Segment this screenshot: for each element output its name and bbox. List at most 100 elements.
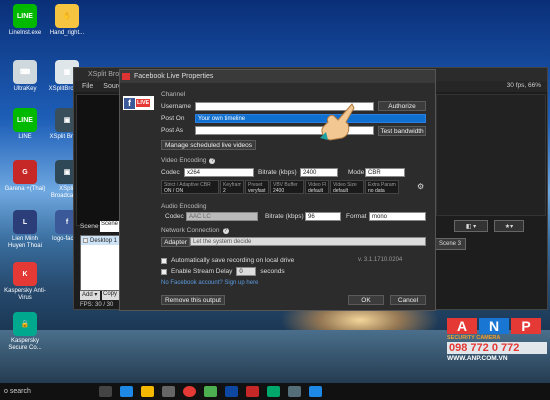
edge-icon[interactable] bbox=[309, 386, 322, 397]
encoding-setting-cell[interactable]: Video Size default bbox=[330, 180, 364, 194]
preview-left bbox=[76, 94, 121, 226]
manage-scheduled-button[interactable]: Manage scheduled live videos bbox=[161, 140, 256, 150]
opera-icon[interactable] bbox=[183, 386, 196, 397]
audio-bitrate-select[interactable]: 96 bbox=[305, 212, 341, 221]
scene-3-button[interactable]: Scene 3 bbox=[434, 238, 466, 250]
encoding-setting-cell[interactable]: Keyframes2 bbox=[220, 180, 244, 194]
encoding-setting-value: no data bbox=[368, 188, 385, 194]
stream-delay-field[interactable]: 0 bbox=[236, 267, 257, 276]
source-checkbox[interactable] bbox=[83, 238, 88, 243]
search-box[interactable]: o search bbox=[0, 388, 95, 395]
auto-save-checkbox[interactable] bbox=[161, 257, 167, 264]
codec-label: Codec bbox=[161, 169, 180, 176]
encoding-setting-cell[interactable]: Strict / Adaptive CBR ON / ON bbox=[161, 180, 219, 194]
post-on-select[interactable]: Your own timeline bbox=[195, 114, 426, 123]
post-on-label: Post On bbox=[161, 115, 185, 122]
fps-status: 30 fps, 66% bbox=[506, 82, 541, 89]
auto-save-label: Automatically save recording on local dr… bbox=[171, 257, 295, 264]
encoding-setting-cell[interactable]: Extra Param no data bbox=[365, 180, 399, 194]
settings-gear-icon[interactable]: ⚙ bbox=[417, 182, 426, 191]
desktop-icon-glyph: 🔒 bbox=[13, 312, 37, 336]
taskbar: o search bbox=[0, 383, 550, 400]
audio-codec-label: Codec bbox=[165, 213, 184, 220]
desktop-icon[interactable]: LINE LineInst.exe bbox=[4, 4, 46, 37]
anp-website: WWW.ANP.COM.VN bbox=[447, 355, 508, 362]
encoding-setting-cell[interactable]: Preset veryfast bbox=[245, 180, 269, 194]
help-icon[interactable]: ? bbox=[222, 227, 229, 234]
desktop-icon-glyph: L bbox=[13, 210, 37, 234]
mode-select[interactable]: CBR bbox=[365, 168, 405, 177]
source-list: Desktop 1 bbox=[80, 235, 120, 291]
anp-logo-letter: A bbox=[447, 318, 477, 334]
fps-counter: FPS: 30 / 30 bbox=[80, 302, 114, 308]
adapter-label: Adapter bbox=[161, 237, 190, 247]
desktop-icon[interactable]: 🔒 Kaspersky Secure Co... bbox=[4, 312, 46, 352]
hand-pointer-icon bbox=[312, 102, 356, 142]
network-heading: Network Connection ? bbox=[161, 227, 229, 234]
scene-add-button[interactable]: ★▾ bbox=[494, 220, 524, 232]
scene-label: Scene bbox=[80, 223, 99, 230]
mode-label: Mode bbox=[348, 169, 365, 176]
desktop-icon-label: LineInst.exe bbox=[8, 30, 42, 36]
bitrate-label: Bitrate (kbps) bbox=[258, 169, 297, 176]
scene-tab[interactable]: Scene bbox=[100, 221, 120, 232]
menu-file[interactable]: File bbox=[82, 83, 93, 90]
desktop-icon-label: Garena +(Thai) bbox=[4, 186, 46, 192]
audio-encoding-heading: Audio Encoding bbox=[161, 203, 207, 210]
encoding-setting-value: ON / ON bbox=[164, 188, 184, 194]
desktop-icon[interactable]: LINE LINE bbox=[4, 108, 46, 141]
anp-logo-letter: P bbox=[511, 318, 541, 334]
facebook-live-logo: f LIVE bbox=[123, 96, 154, 110]
help-icon[interactable]: ? bbox=[209, 157, 216, 164]
encoding-setting-cell[interactable]: VBV Buffer 2400 bbox=[270, 180, 304, 194]
anp-logo-letter: N bbox=[479, 318, 509, 334]
xsplit-taskbar-icon[interactable] bbox=[288, 386, 301, 397]
cancel-button[interactable]: Cancel bbox=[390, 295, 426, 305]
encoding-setting-cell[interactable]: Video FPSdefault bbox=[305, 180, 329, 194]
desktop-icon-label: Kaspersky Secure Co... bbox=[8, 338, 42, 351]
desktop-icon[interactable]: K Kaspersky Anti-Virus bbox=[4, 262, 46, 302]
bitrate-field[interactable]: 2400 bbox=[300, 168, 338, 177]
task-view-icon[interactable] bbox=[99, 386, 112, 397]
ok-button[interactable]: OK bbox=[348, 295, 384, 305]
encoding-setting-value: default bbox=[333, 188, 349, 194]
desktop-icon-glyph: LINE bbox=[13, 4, 37, 28]
encoding-setting-value: default bbox=[308, 188, 324, 194]
app-icon[interactable] bbox=[204, 386, 217, 397]
desktop-icon-label: UltraKey bbox=[13, 86, 37, 92]
file-explorer-icon[interactable] bbox=[141, 386, 154, 397]
version-text: v. 3.1.1710.0204 bbox=[358, 257, 403, 263]
post-as-label: Post As bbox=[161, 127, 184, 134]
photoshop-icon[interactable] bbox=[225, 386, 238, 397]
adapter-select[interactable]: Let the system decide bbox=[190, 237, 426, 246]
preview-toggle-button[interactable]: ◧ ▾ bbox=[454, 220, 488, 232]
desktop-icon[interactable]: L Lien Minh Huyen Thoai bbox=[4, 210, 46, 250]
remove-output-button[interactable]: Remove this output bbox=[161, 295, 225, 305]
source-item-desktop[interactable]: Desktop 1 bbox=[81, 236, 119, 245]
format-select[interactable]: mono bbox=[369, 212, 426, 221]
edge-icon[interactable] bbox=[120, 386, 133, 397]
add-source-button[interactable]: Add ▾ bbox=[80, 291, 100, 300]
network-title: Network Connection bbox=[161, 227, 220, 234]
app-icon[interactable] bbox=[246, 386, 259, 397]
encoding-setting-value: 2 bbox=[223, 188, 226, 194]
desktop-icon-glyph: ✋ bbox=[55, 4, 79, 28]
anp-subtitle: SECURITY CAMERA bbox=[447, 335, 501, 341]
xsplit-app-icon bbox=[122, 73, 130, 80]
encoding-setting-value: veryfast bbox=[248, 188, 266, 194]
desktop-icon[interactable]: ✋ Hand_right... bbox=[46, 4, 88, 37]
stream-delay-row: Enable Stream Delay 0 seconds bbox=[161, 267, 285, 276]
signup-link[interactable]: No Facebook account? Sign up here bbox=[161, 280, 258, 286]
test-bandwidth-button[interactable]: Test bandwidth bbox=[378, 126, 426, 136]
desktop-icon-label: Lien Minh Huyen Thoai bbox=[8, 236, 42, 249]
line-icon[interactable] bbox=[267, 386, 280, 397]
store-icon[interactable] bbox=[162, 386, 175, 397]
preview-right bbox=[436, 94, 546, 216]
audio-codec-select[interactable]: AAC LC bbox=[186, 212, 258, 221]
codec-select[interactable]: x264 bbox=[184, 168, 254, 177]
stream-delay-checkbox[interactable] bbox=[161, 268, 167, 275]
desktop-icon[interactable]: ⌨ UltraKey bbox=[4, 60, 46, 93]
seconds-label: seconds bbox=[260, 268, 285, 275]
desktop-icon[interactable]: G Garena +(Thai) bbox=[4, 160, 46, 193]
authorize-button[interactable]: Authorize bbox=[378, 101, 426, 111]
